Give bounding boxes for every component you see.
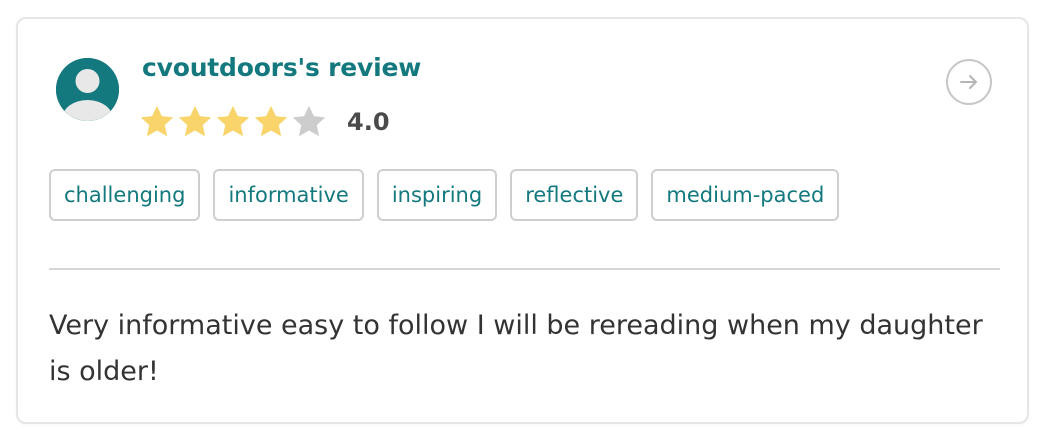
open-review-button[interactable] bbox=[946, 59, 992, 105]
mood-tags: challenging informative inspiring reflec… bbox=[49, 169, 840, 221]
tag-informative[interactable]: informative bbox=[213, 169, 364, 221]
arrow-right-icon bbox=[960, 75, 977, 89]
divider bbox=[49, 268, 1000, 270]
rating-row: 4.0 bbox=[138, 102, 390, 142]
tag-reflective[interactable]: reflective bbox=[510, 169, 639, 221]
tag-medium-paced[interactable]: medium-paced bbox=[651, 169, 840, 221]
review-card: cvoutdoors's review 4.0 challenging info… bbox=[16, 17, 1029, 424]
review-title[interactable]: cvoutdoors's review bbox=[142, 53, 421, 82]
star-rating bbox=[138, 103, 328, 141]
star-icon bbox=[254, 105, 288, 137]
review-body: Very informative easy to follow I will b… bbox=[49, 310, 983, 387]
star-icon bbox=[178, 105, 212, 137]
star-icon bbox=[216, 105, 250, 137]
tag-challenging[interactable]: challenging bbox=[49, 169, 201, 221]
user-avatar-icon[interactable] bbox=[56, 58, 119, 121]
star-icon bbox=[292, 105, 326, 137]
rating-value: 4.0 bbox=[347, 108, 390, 136]
tag-inspiring[interactable]: inspiring bbox=[376, 169, 498, 221]
star-icon bbox=[140, 105, 174, 137]
